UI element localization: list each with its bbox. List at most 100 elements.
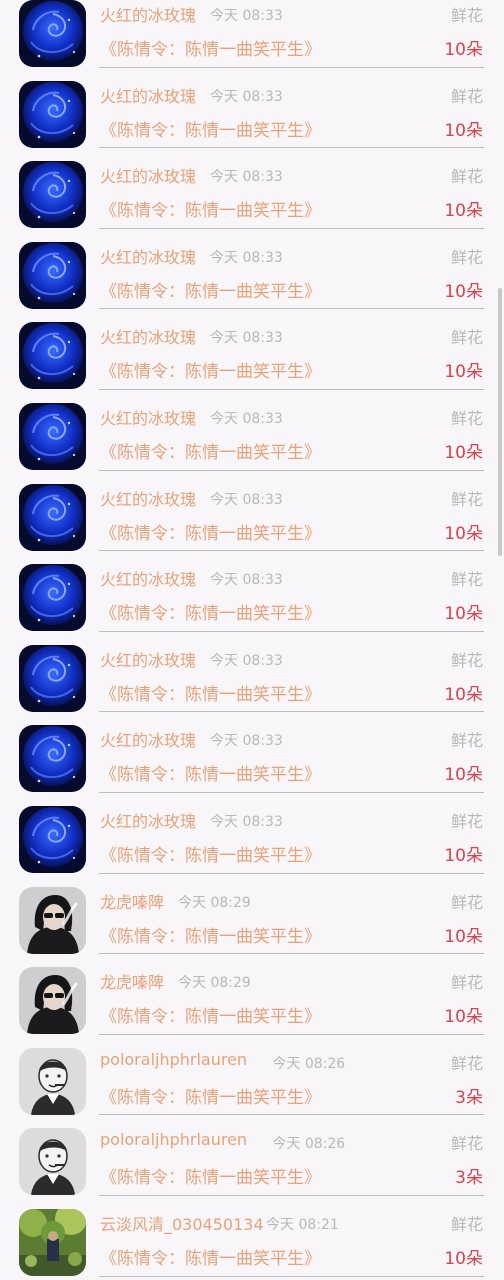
gift-amount: 10朵 <box>444 120 483 141</box>
sender-name[interactable]: 火红的冰玫瑰 <box>100 727 196 751</box>
gift-record-row[interactable]: 龙虎嗪陴 今天 08:29 鲜花 《陈情令：陈情一曲笑平生》 10朵 <box>0 954 504 1035</box>
gift-time: 今天 08:26 <box>272 1055 346 1072</box>
gift-record-row[interactable]: poloraljhphrlauren 今天 08:26 鲜花 《陈情令：陈情一曲笑平生… <box>0 1115 504 1196</box>
sender-name[interactable]: 火红的冰玫瑰 <box>100 324 196 348</box>
gift-record-row[interactable]: 火红的冰玫瑰 今天 08:33 鲜花 《陈情令：陈情一曲笑平生》 10朵 <box>0 229 504 310</box>
gift-record-row[interactable]: 火红的冰玫瑰 今天 08:33 鲜花 《陈情令：陈情一曲笑平生》 10朵 <box>0 471 504 552</box>
gift-amount: 10朵 <box>444 604 483 625</box>
gift-time: 今天 08:29 <box>178 894 251 911</box>
gift-amount: 10朵 <box>444 40 483 60</box>
gift-record-row[interactable]: 火红的冰玫瑰 今天 08:33 鲜花 《陈情令：陈情一曲笑平生》 10朵 <box>0 309 504 390</box>
book-title-link[interactable]: 《陈情令：陈情一曲笑平生》 <box>100 680 321 705</box>
gift-time: 今天 08:33 <box>210 330 283 347</box>
gift-record-row[interactable]: poloraljhphrlauren 今天 08:26 鲜花《陈情令：陈情一曲笑平生… <box>0 1035 504 1116</box>
gift-type: 鲜花 <box>450 973 483 993</box>
blue-rose-avatar[interactable] <box>19 725 86 793</box>
sender-name[interactable]: 火红的冰玫瑰 <box>100 647 196 671</box>
sender-name[interactable]: 龙虎嗪陴 <box>100 969 164 993</box>
sender-name[interactable]: 火红的冰玫瑰 <box>100 163 196 187</box>
gift-type: 鲜花 <box>450 247 483 267</box>
book-title-link[interactable]: 《陈情令：陈情一曲笑平生》 <box>100 116 321 141</box>
book-title-link[interactable]: 《陈情令：陈情一曲笑平生》 <box>100 438 321 463</box>
book-title-link[interactable]: 《陈情令：陈情一曲笑平生》 <box>100 519 321 544</box>
gift-type: 鲜花 <box>450 731 483 751</box>
gift-record-list: 火红的冰玫瑰 今天 08:33 鲜花 《陈情令：陈情一曲笑平生》 10朵 火红的冰玫瑰 今天… <box>0 0 504 1277</box>
book-title-link[interactable]: 《陈情令：陈情一曲笑平生》 <box>100 196 321 221</box>
blue-rose-avatar[interactable] <box>19 241 86 309</box>
gift-record-row[interactable]: 火红的冰玫瑰 今天 08:33 鲜花 《陈情令：陈情一曲笑平生》 10朵 <box>0 632 504 713</box>
gift-amount: 10朵 <box>444 1248 483 1269</box>
gift-type: 鲜花 <box>450 811 483 831</box>
sender-name[interactable]: 火红的冰玫瑰 <box>100 83 196 107</box>
book-title-link[interactable]: 《陈情令：陈情一曲笑平生》 <box>100 760 321 785</box>
gift-time: 今天 08:21 <box>266 1216 339 1233</box>
book-title-link[interactable]: 《陈情令：陈情一曲笑平生》 <box>100 841 321 866</box>
sender-name[interactable]: 云淡风清_030450134 <box>100 1211 264 1235</box>
gift-amount: 10朵 <box>444 523 483 544</box>
gift-type: 鲜花 <box>450 86 483 106</box>
sender-name[interactable]: 火红的冰玫瑰 <box>100 566 196 590</box>
gift-amount: 3朵 <box>455 1168 483 1189</box>
cartoon-man-avatar[interactable] <box>19 1128 86 1196</box>
gift-type: 鲜花 <box>450 408 483 428</box>
gift-time: 今天 08:33 <box>210 249 283 266</box>
gift-time: 今天 08:33 <box>210 572 283 589</box>
gift-record-row[interactable]: 火红的冰玫瑰 今天 08:33 鲜花 《陈情令：陈情一曲笑平生》 10朵 <box>0 712 504 793</box>
green-garden-avatar[interactable] <box>19 1208 86 1276</box>
sender-name[interactable]: 火红的冰玫瑰 <box>100 244 196 268</box>
blue-rose-avatar[interactable] <box>19 644 86 712</box>
gift-time: 今天 08:33 <box>210 169 283 186</box>
book-title-link[interactable]: 《陈情令：陈情一曲笑平生》 <box>100 357 321 382</box>
sender-name[interactable]: poloraljhphrlauren <box>100 1050 247 1069</box>
gift-time: 今天 08:29 <box>178 975 251 992</box>
sender-name[interactable]: 火红的冰玫瑰 <box>100 486 196 510</box>
gift-time: 今天 08:33 <box>210 491 283 508</box>
gift-type: 鲜花 <box>450 892 483 912</box>
blue-rose-avatar[interactable] <box>19 161 86 229</box>
book-title-link[interactable]: 《陈情令：陈情一曲笑平生》 <box>100 1163 321 1188</box>
gift-type: 鲜花 <box>450 650 483 670</box>
blue-rose-avatar[interactable] <box>19 805 86 873</box>
gift-type: 鲜花 <box>450 1214 483 1234</box>
gift-record-row[interactable]: 云淡风清_030450134 今天 08:21 鲜花《陈情令：陈情一曲笑平生》 10朵 <box>0 1196 504 1277</box>
blue-rose-avatar[interactable] <box>19 0 86 67</box>
sender-name[interactable]: poloraljhphrlauren <box>100 1130 247 1149</box>
smoking-girl-avatar[interactable] <box>19 886 86 954</box>
gift-amount: 10朵 <box>444 765 483 786</box>
gift-record-row[interactable]: 火红的冰玫瑰 今天 08:33 鲜花 《陈情令：陈情一曲笑平生》 10朵 <box>0 793 504 874</box>
gift-type: 鲜花 <box>450 167 483 187</box>
sender-name[interactable]: 火红的冰玫瑰 <box>100 2 196 26</box>
blue-rose-avatar[interactable] <box>19 564 86 632</box>
gift-record-row[interactable]: 火红的冰玫瑰 今天 08:33 鲜花 《陈情令：陈情一曲笑平生》 10朵 <box>0 0 504 68</box>
book-title-link[interactable]: 《陈情令：陈情一曲笑平生》 <box>100 1002 321 1027</box>
sender-name[interactable]: 火红的冰玫瑰 <box>100 405 196 429</box>
scrollbar[interactable] <box>498 288 502 556</box>
gift-record-row[interactable]: 火红的冰玫瑰 今天 08:33 鲜花 《陈情令：陈情一曲笑平生》 10朵 <box>0 148 504 229</box>
book-title-link[interactable]: 《陈情令：陈情一曲笑平生》 <box>100 35 321 60</box>
gift-type: 鲜花 <box>450 328 483 348</box>
book-title-link[interactable]: 《陈情令：陈情一曲笑平生》 <box>100 1083 321 1108</box>
gift-time: 今天 08:33 <box>210 410 283 427</box>
cartoon-man-avatar[interactable] <box>19 1047 86 1115</box>
blue-rose-avatar[interactable] <box>19 322 86 390</box>
gift-record-row[interactable]: 龙虎嗪陴 今天 08:29 鲜花 《陈情令：陈情一曲笑平生》 10朵 <box>0 874 504 955</box>
book-title-link[interactable]: 《陈情令：陈情一曲笑平生》 <box>100 599 321 624</box>
gift-time: 今天 08:33 <box>210 88 283 105</box>
book-title-link[interactable]: 《陈情令：陈情一曲笑平生》 <box>100 922 321 947</box>
gift-type: 鲜花 <box>450 1134 483 1154</box>
gift-time: 今天 08:33 <box>210 652 283 669</box>
gift-amount: 10朵 <box>444 442 483 463</box>
sender-name[interactable]: 龙虎嗪陴 <box>100 889 164 913</box>
book-title-link[interactable]: 《陈情令：陈情一曲笑平生》 <box>100 1244 321 1269</box>
book-title-link[interactable]: 《陈情令：陈情一曲笑平生》 <box>100 277 321 302</box>
blue-rose-avatar[interactable] <box>19 402 86 470</box>
smoking-girl-avatar[interactable] <box>19 967 86 1035</box>
gift-amount: 10朵 <box>444 845 483 866</box>
sender-name[interactable]: 火红的冰玫瑰 <box>100 808 196 832</box>
gift-type: 鲜花 <box>450 1053 483 1073</box>
gift-record-row[interactable]: 火红的冰玫瑰 今天 08:33 鲜花《陈情令：陈情一曲笑平生》 10朵 <box>0 68 504 149</box>
blue-rose-avatar[interactable] <box>19 483 86 551</box>
gift-record-row[interactable]: 火红的冰玫瑰 今天 08:33 鲜花《陈情令：陈情一曲笑平生》 10朵 <box>0 390 504 471</box>
blue-rose-avatar[interactable] <box>19 80 86 148</box>
gift-record-row[interactable]: 火红的冰玫瑰 今天 08:33 鲜花 《陈情令：陈情一曲笑平生》 10朵 <box>0 551 504 632</box>
